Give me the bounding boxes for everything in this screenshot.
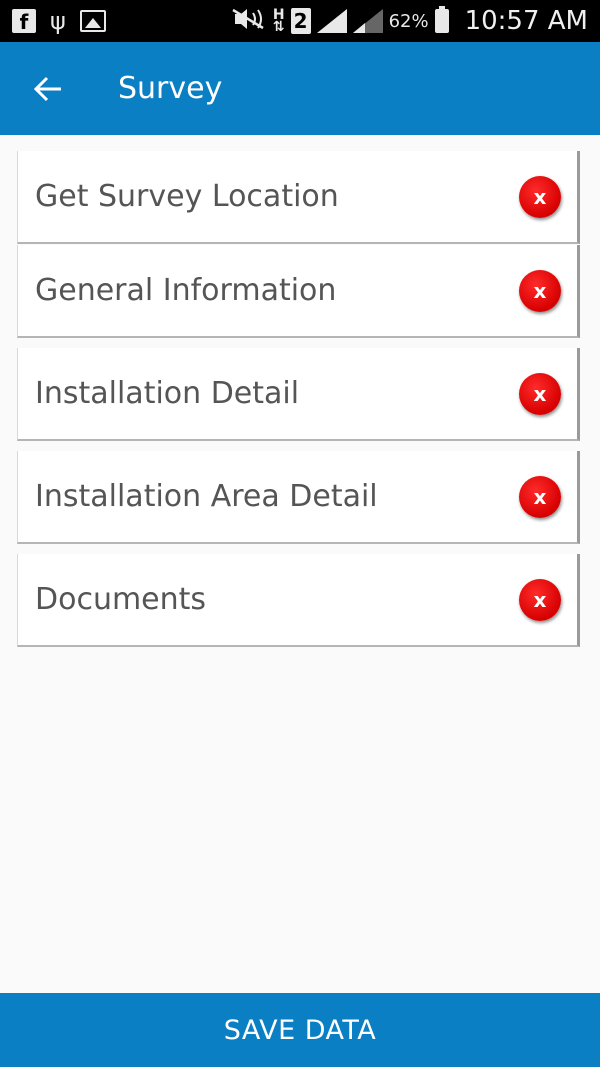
close-icon[interactable]: x xyxy=(519,175,561,218)
close-icon[interactable]: x xyxy=(519,372,561,415)
save-data-button[interactable]: SAVE DATA xyxy=(0,993,600,1067)
section-label: Get Survey Location xyxy=(35,179,339,214)
usb-icon: ψ xyxy=(50,7,66,35)
close-icon[interactable]: x xyxy=(519,269,561,312)
battery-percent: 62% xyxy=(388,10,429,32)
signal-icon-secondary xyxy=(352,9,383,33)
hspa-icon: H ⇅ xyxy=(272,7,285,35)
close-icon[interactable]: x xyxy=(519,475,561,518)
clock: 10:57 AM xyxy=(464,6,588,36)
page-title: Survey xyxy=(118,71,223,106)
status-bar: f ψ H ⇅ 2 62% 10:57 AM xyxy=(0,0,600,42)
section-installation-area-detail[interactable]: Installation Area Detail x xyxy=(17,451,580,544)
back-button[interactable] xyxy=(18,59,78,119)
signal-icon xyxy=(316,9,347,33)
mute-icon xyxy=(231,8,267,35)
image-icon xyxy=(79,10,106,32)
close-icon[interactable]: x xyxy=(519,578,561,621)
section-documents[interactable]: Documents x xyxy=(17,554,580,647)
facebook-icon: f xyxy=(12,9,36,34)
section-installation-detail[interactable]: Installation Detail x xyxy=(17,348,580,441)
section-get-survey-location[interactable]: Get Survey Location x xyxy=(17,151,580,244)
sim-icon: 2 xyxy=(290,8,311,34)
battery-icon xyxy=(434,6,449,33)
section-label: Installation Detail xyxy=(35,376,300,411)
section-general-information[interactable]: General Information x xyxy=(17,245,580,338)
arrow-left-icon xyxy=(33,76,61,101)
section-list: Get Survey Location x General Informatio… xyxy=(17,151,580,647)
section-label: Documents xyxy=(35,582,207,617)
section-label: General Information xyxy=(35,273,337,308)
app-bar: Survey xyxy=(0,42,600,135)
section-label: Installation Area Detail xyxy=(35,479,378,514)
